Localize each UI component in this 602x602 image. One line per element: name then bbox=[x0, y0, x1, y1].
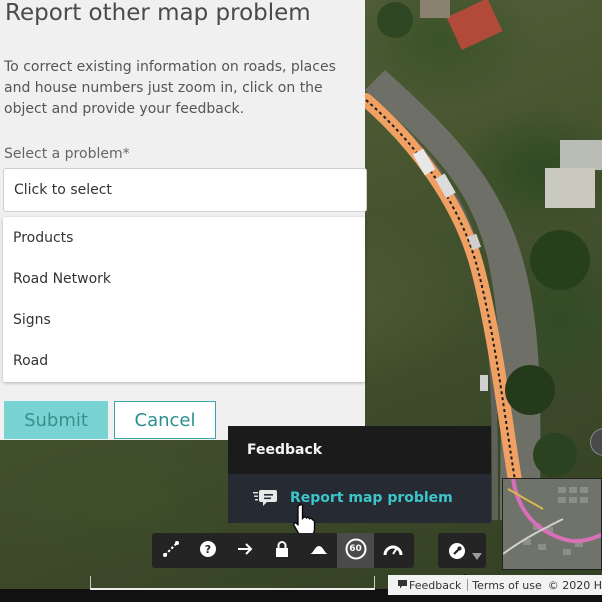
terms-of-use-link[interactable]: Terms of use bbox=[470, 579, 541, 592]
footer-feedback-label: Feedback bbox=[409, 578, 462, 592]
lock-icon bbox=[273, 540, 291, 562]
select-problem-label: Select a problem* bbox=[4, 146, 130, 162]
report-map-problem-item[interactable]: Report map problem bbox=[228, 474, 491, 523]
feedback-menu-header: Feedback bbox=[247, 442, 323, 458]
feedback-icon bbox=[398, 579, 407, 592]
measure-icon bbox=[162, 540, 180, 562]
speedometer-icon bbox=[383, 541, 403, 561]
copyright-text: © 2020 H bbox=[547, 578, 602, 592]
dropdown-option-products[interactable]: Products bbox=[13, 230, 73, 246]
submit-button[interactable]: Submit bbox=[4, 401, 108, 439]
panel-title: Report other map problem bbox=[5, 0, 311, 26]
cancel-button[interactable]: Cancel bbox=[114, 401, 216, 439]
lock-tool-button[interactable] bbox=[263, 533, 300, 568]
speed-limit-tool-button[interactable]: 60 bbox=[337, 533, 374, 568]
speedometer-tool-button[interactable] bbox=[374, 533, 411, 568]
report-feedback-icon bbox=[253, 488, 277, 512]
map-toolbar: ? 60 bbox=[152, 533, 414, 568]
panel-description: To correct existing information on roads… bbox=[4, 59, 336, 117]
svg-text:?: ? bbox=[204, 543, 210, 556]
help-tool-button[interactable]: ? bbox=[189, 533, 226, 568]
help-icon: ? bbox=[199, 540, 217, 562]
map-footer: Feedback Terms of use © 2020 H bbox=[388, 575, 602, 595]
problem-select[interactable]: Click to select bbox=[3, 168, 367, 212]
scale-bar bbox=[90, 576, 375, 590]
report-problem-panel: Report other map problem To correct exis… bbox=[0, 0, 367, 440]
measure-tool-button[interactable] bbox=[152, 533, 189, 568]
speed-limit-value: 60 bbox=[349, 544, 362, 554]
dropdown-option-road-network[interactable]: Road Network bbox=[13, 271, 111, 287]
wrench-icon bbox=[448, 542, 466, 564]
footer-feedback-link[interactable]: Feedback bbox=[388, 579, 465, 592]
directions-tool-button[interactable] bbox=[226, 533, 263, 568]
feedback-menu: Feedback Report map problem bbox=[228, 426, 491, 523]
terrain-tool-button[interactable] bbox=[300, 533, 337, 568]
terrain-icon bbox=[309, 541, 329, 560]
problem-dropdown-list: Products Road Network Signs Road bbox=[3, 217, 365, 382]
chevron-down-icon bbox=[472, 546, 482, 565]
dropdown-option-signs[interactable]: Signs bbox=[13, 312, 51, 328]
dropdown-option-road[interactable]: Road bbox=[13, 353, 48, 369]
minimap[interactable] bbox=[502, 478, 602, 570]
footer-divider bbox=[467, 579, 469, 591]
arrow-right-icon bbox=[236, 540, 254, 562]
tools-menu-button[interactable] bbox=[438, 533, 486, 568]
